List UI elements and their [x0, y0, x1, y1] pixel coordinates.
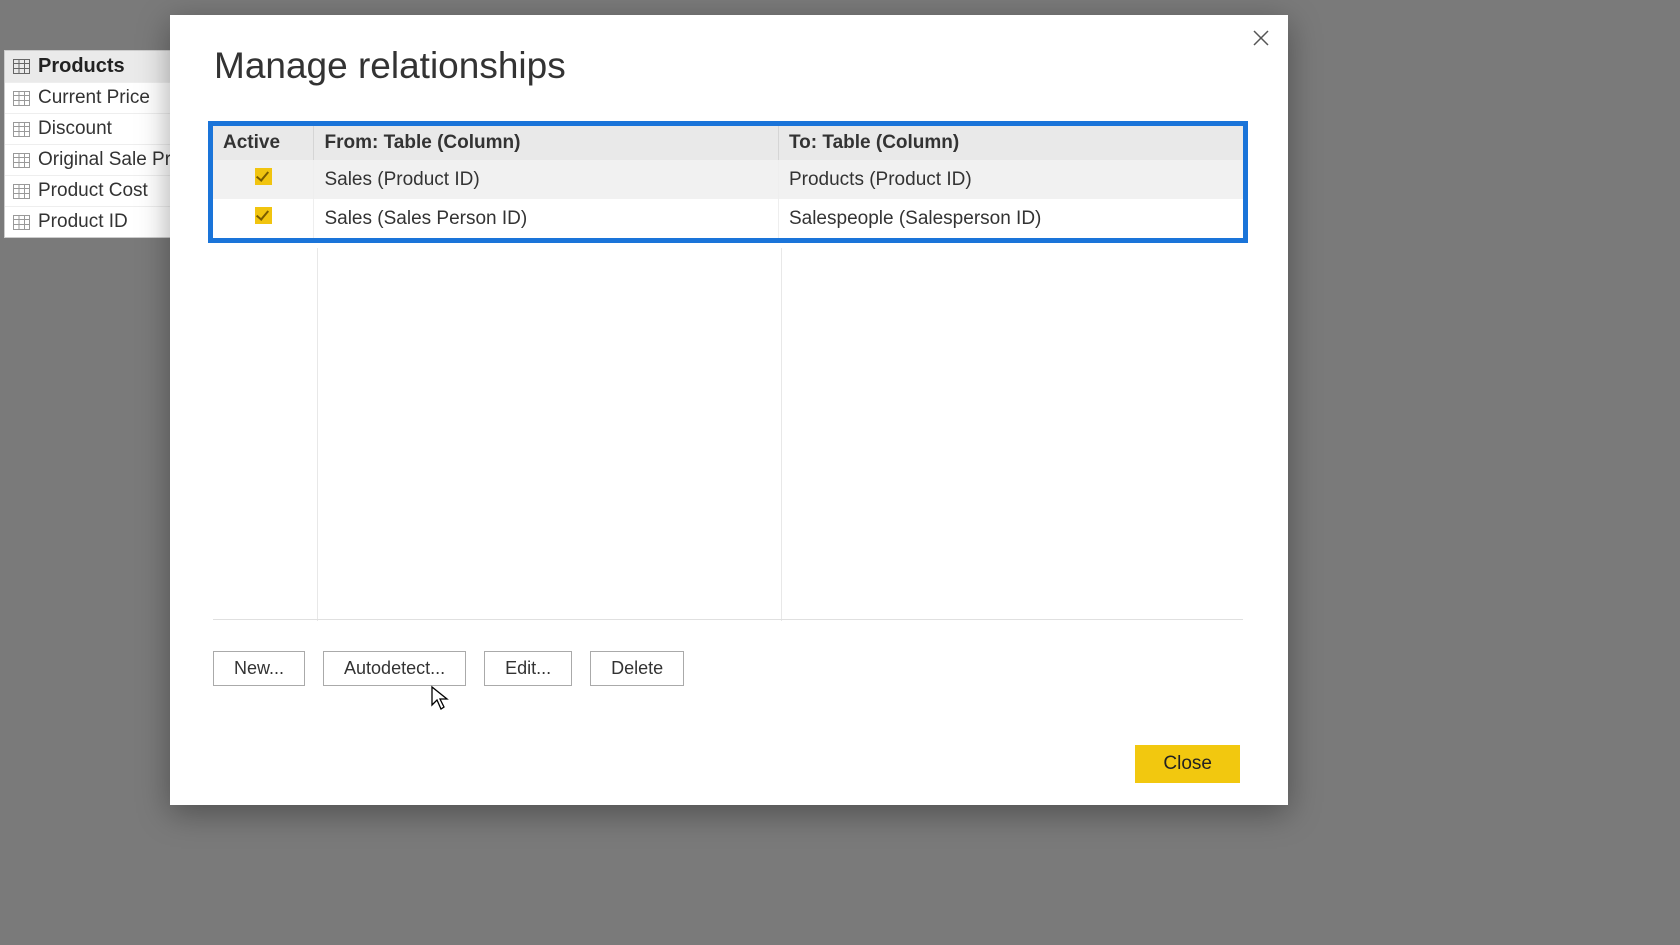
table-row[interactable]: Sales (Sales Person ID) Salespeople (Sal…: [213, 199, 1243, 238]
column-icon: [13, 153, 30, 168]
delete-button[interactable]: Delete: [590, 651, 684, 686]
table-header[interactable]: Products: [5, 51, 170, 82]
divider: [317, 248, 318, 621]
divider: [781, 248, 782, 621]
column-icon: [13, 122, 30, 137]
col-header-active[interactable]: Active: [213, 126, 314, 160]
to-cell: Salespeople (Salesperson ID): [778, 199, 1243, 238]
table-name: Products: [38, 55, 125, 78]
close-icon[interactable]: [1244, 21, 1278, 55]
dialog-title: Manage relationships: [214, 45, 566, 87]
field-row[interactable]: Discount: [5, 113, 170, 144]
field-row[interactable]: Product Cost: [5, 175, 170, 206]
action-button-row: New... Autodetect... Edit... Delete: [213, 651, 684, 686]
relationships-table-highlight: Active From: Table (Column) To: Table (C…: [208, 121, 1248, 243]
field-label: Current Price: [38, 87, 150, 109]
table-row[interactable]: Sales (Product ID) Products (Product ID): [213, 160, 1243, 199]
new-button[interactable]: New...: [213, 651, 305, 686]
to-cell: Products (Product ID): [778, 160, 1243, 199]
field-row[interactable]: Product ID: [5, 206, 170, 237]
cursor-icon: [430, 685, 450, 711]
column-icon: [13, 91, 30, 106]
column-icon: [13, 215, 30, 230]
field-row[interactable]: Original Sale Pri: [5, 144, 170, 175]
field-row[interactable]: Current Price: [5, 82, 170, 113]
field-label: Original Sale Pri: [38, 149, 170, 171]
active-checkbox[interactable]: [255, 207, 272, 224]
from-cell: Sales (Product ID): [314, 160, 779, 199]
autodetect-button[interactable]: Autodetect...: [323, 651, 466, 686]
edit-button[interactable]: Edit...: [484, 651, 572, 686]
col-header-from[interactable]: From: Table (Column): [314, 126, 779, 160]
relationships-table[interactable]: Active From: Table (Column) To: Table (C…: [213, 126, 1243, 238]
close-button[interactable]: Close: [1135, 745, 1240, 783]
col-header-to[interactable]: To: Table (Column): [778, 126, 1243, 160]
column-icon: [13, 184, 30, 199]
manage-relationships-dialog: Manage relationships Active From: Table …: [170, 15, 1288, 805]
from-cell: Sales (Sales Person ID): [314, 199, 779, 238]
table-icon: [13, 59, 30, 74]
active-checkbox[interactable]: [255, 168, 272, 185]
field-label: Discount: [38, 118, 112, 140]
divider: [213, 619, 1243, 620]
field-label: Product Cost: [38, 180, 148, 202]
field-label: Product ID: [38, 211, 128, 233]
fields-panel: Products Current Price Discount Original…: [4, 50, 171, 238]
